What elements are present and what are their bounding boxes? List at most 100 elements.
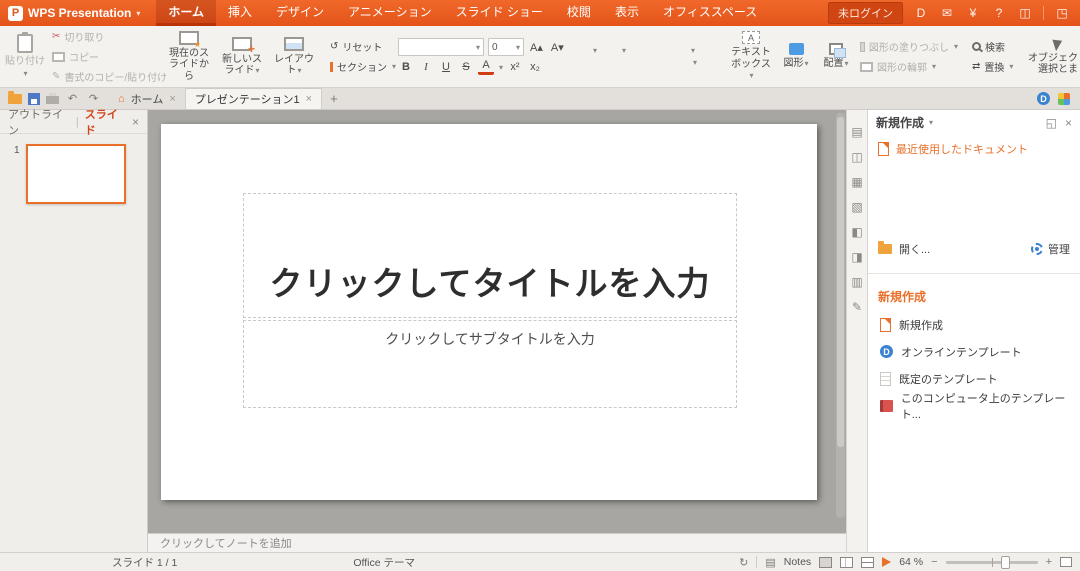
chevron-down-icon[interactable]: ▾ [593, 46, 597, 55]
strikethrough-button[interactable]: S [458, 60, 474, 74]
refresh-icon[interactable]: ↻ [739, 556, 748, 569]
outline-tab[interactable]: アウトライン [8, 106, 70, 138]
paste-button[interactable]: 貼り付け▾ [2, 28, 48, 85]
manage-link[interactable]: 管理 [1031, 241, 1070, 257]
italic-button[interactable]: I [418, 60, 434, 74]
reset-button[interactable]: ↺ リセット [326, 38, 392, 55]
align-left-button[interactable] [572, 62, 588, 64]
zoom-value[interactable]: 64 % [899, 556, 923, 568]
cut-button[interactable]: ✂ 切り取り [48, 28, 156, 45]
subscript-button[interactable]: x₂ [527, 60, 543, 74]
slide-sorter-view-button[interactable] [840, 556, 854, 568]
numbering-button[interactable] [601, 50, 617, 52]
docer-tab-icon[interactable]: D [1037, 92, 1050, 105]
login-button[interactable]: 未ログイン [828, 2, 903, 24]
justify-button[interactable] [632, 62, 648, 64]
align-center-button[interactable] [592, 62, 608, 64]
format-painter-button[interactable]: ✎ 書式のコピー/貼り付け [48, 68, 167, 85]
columns-pane-icon[interactable]: ◫ [851, 151, 862, 163]
menu-tab-view[interactable]: 表示 [603, 0, 651, 26]
shapes-button[interactable]: 図形▾ [776, 28, 816, 85]
shrink-font-button[interactable]: A▾ [549, 40, 566, 55]
document-tab-presentation1[interactable]: プレゼンテーション1 × [185, 88, 323, 109]
new-presentation-item[interactable]: 新規作成 [868, 311, 1080, 338]
arrange-button[interactable]: 配置▾ [816, 28, 856, 85]
search-button[interactable]: 検索 [968, 38, 1024, 55]
bold-button[interactable]: B [398, 60, 414, 74]
text-box-button[interactable]: A テキストボックス▾ [726, 28, 776, 85]
copy-button[interactable]: コピー [48, 48, 156, 65]
fit-to-window-icon[interactable] [1060, 557, 1072, 567]
redo-icon[interactable]: ↷ [86, 92, 101, 105]
slideshow-play-icon[interactable] [882, 557, 892, 567]
notes-toggle-label[interactable]: Notes [784, 556, 811, 568]
pin-ribbon-icon[interactable]: ◳ [1054, 6, 1070, 20]
menu-tab-animation[interactable]: アニメーション [336, 0, 444, 26]
slide-1[interactable]: クリックしてタイトルを入力 クリックしてサブタイトルを入力 [161, 124, 817, 500]
close-tab-icon[interactable]: × [306, 93, 312, 105]
texture-pane-icon[interactable]: ▧ [851, 201, 862, 213]
print-icon[interactable] [46, 93, 59, 104]
shape-fill-button[interactable]: 図形の塗りつぶし ▾ [856, 38, 962, 55]
section-button[interactable]: セクション ▾ [326, 58, 396, 75]
object-select-button[interactable]: オブジェクト選択とま [1024, 28, 1080, 85]
docer-icon[interactable]: D [913, 6, 929, 20]
close-panel-icon[interactable]: × [1065, 116, 1072, 130]
from-current-slide-button[interactable]: 現在のスライドから [162, 28, 216, 85]
bullets-button[interactable] [572, 50, 588, 52]
open-file-icon[interactable] [8, 90, 22, 104]
document-pane-icon[interactable]: ▤ [851, 126, 862, 138]
help-icon[interactable]: ? [991, 6, 1007, 20]
font-family-select[interactable]: ▾ [398, 38, 484, 56]
scrollbar-thumb[interactable] [837, 117, 844, 447]
online-templates-item[interactable]: D オンラインテンプレート [868, 338, 1080, 365]
app-center-icon[interactable] [1058, 92, 1070, 105]
vertical-scrollbar[interactable] [836, 113, 845, 518]
normal-view-button[interactable] [819, 556, 833, 568]
reading-view-button[interactable] [861, 556, 875, 568]
zoom-slider[interactable] [945, 555, 1038, 569]
layout-button[interactable]: レイアウト▾ [268, 28, 320, 85]
decrease-indent-button[interactable] [630, 50, 646, 52]
edit-pane-icon[interactable]: ✎ [852, 301, 862, 313]
open-link[interactable]: 開く... [878, 241, 930, 257]
app-menu[interactable]: P WPS Presentation ▾ [0, 0, 150, 26]
chevron-down-icon[interactable]: ▾ [691, 46, 695, 55]
slide-thumbnail[interactable] [25, 144, 126, 204]
app-menu-caret-icon[interactable]: ▾ [136, 9, 140, 18]
save-icon[interactable] [28, 92, 40, 105]
font-color-button[interactable]: A [478, 59, 494, 75]
slides-tab[interactable]: スライド [85, 106, 126, 138]
new-tab-button[interactable]: + [322, 88, 346, 109]
columns-button[interactable] [672, 62, 688, 64]
half-left-pane-icon[interactable]: ◧ [851, 226, 862, 238]
chevron-down-icon[interactable]: ▾ [499, 63, 503, 72]
menu-tab-slideshow[interactable]: スライド ショー [444, 0, 555, 26]
increase-indent-button[interactable] [650, 50, 666, 52]
message-icon[interactable]: ✉ [939, 6, 955, 20]
shape-outline-button[interactable]: 図形の輪郭 ▾ [856, 58, 962, 75]
slide-subtitle-placeholder[interactable]: クリックしてサブタイトルを入力 [243, 320, 737, 408]
menu-tab-officespace[interactable]: オフィススペース [651, 0, 769, 26]
zoom-slider-handle[interactable] [1000, 555, 1010, 569]
menu-tab-design[interactable]: デザイン [264, 0, 336, 26]
chevron-down-icon[interactable]: ▾ [622, 46, 626, 55]
replace-button[interactable]: ⇄ 置換 ▾ [968, 58, 1024, 75]
slide-title-placeholder[interactable]: クリックしてタイトルを入力 [243, 193, 737, 318]
premium-icon[interactable]: ¥ [965, 6, 981, 20]
close-panel-icon[interactable]: × [132, 115, 139, 129]
menu-tab-home[interactable]: ホーム [156, 0, 217, 26]
skin-icon[interactable]: ◫ [1017, 6, 1033, 20]
recent-documents-link[interactable]: 最近使用したドキュメント [868, 135, 1080, 163]
close-tab-icon[interactable]: × [169, 93, 175, 105]
dock-panel-icon[interactable]: ◱ [1046, 116, 1057, 130]
zoom-out-button[interactable]: − [931, 556, 937, 568]
zoom-in-button[interactable]: + [1046, 556, 1052, 568]
chevron-down-icon[interactable]: ▾ [693, 58, 697, 67]
menu-tab-insert[interactable]: 挿入 [216, 0, 264, 26]
task-panel-title[interactable]: 新規作成 [876, 114, 924, 131]
chevron-down-icon[interactable]: ▾ [929, 118, 933, 127]
notes-toggle-icon[interactable]: ▤ [765, 556, 775, 569]
distribute-button[interactable] [652, 62, 668, 64]
font-size-select[interactable]: 0 ▾ [488, 38, 524, 56]
